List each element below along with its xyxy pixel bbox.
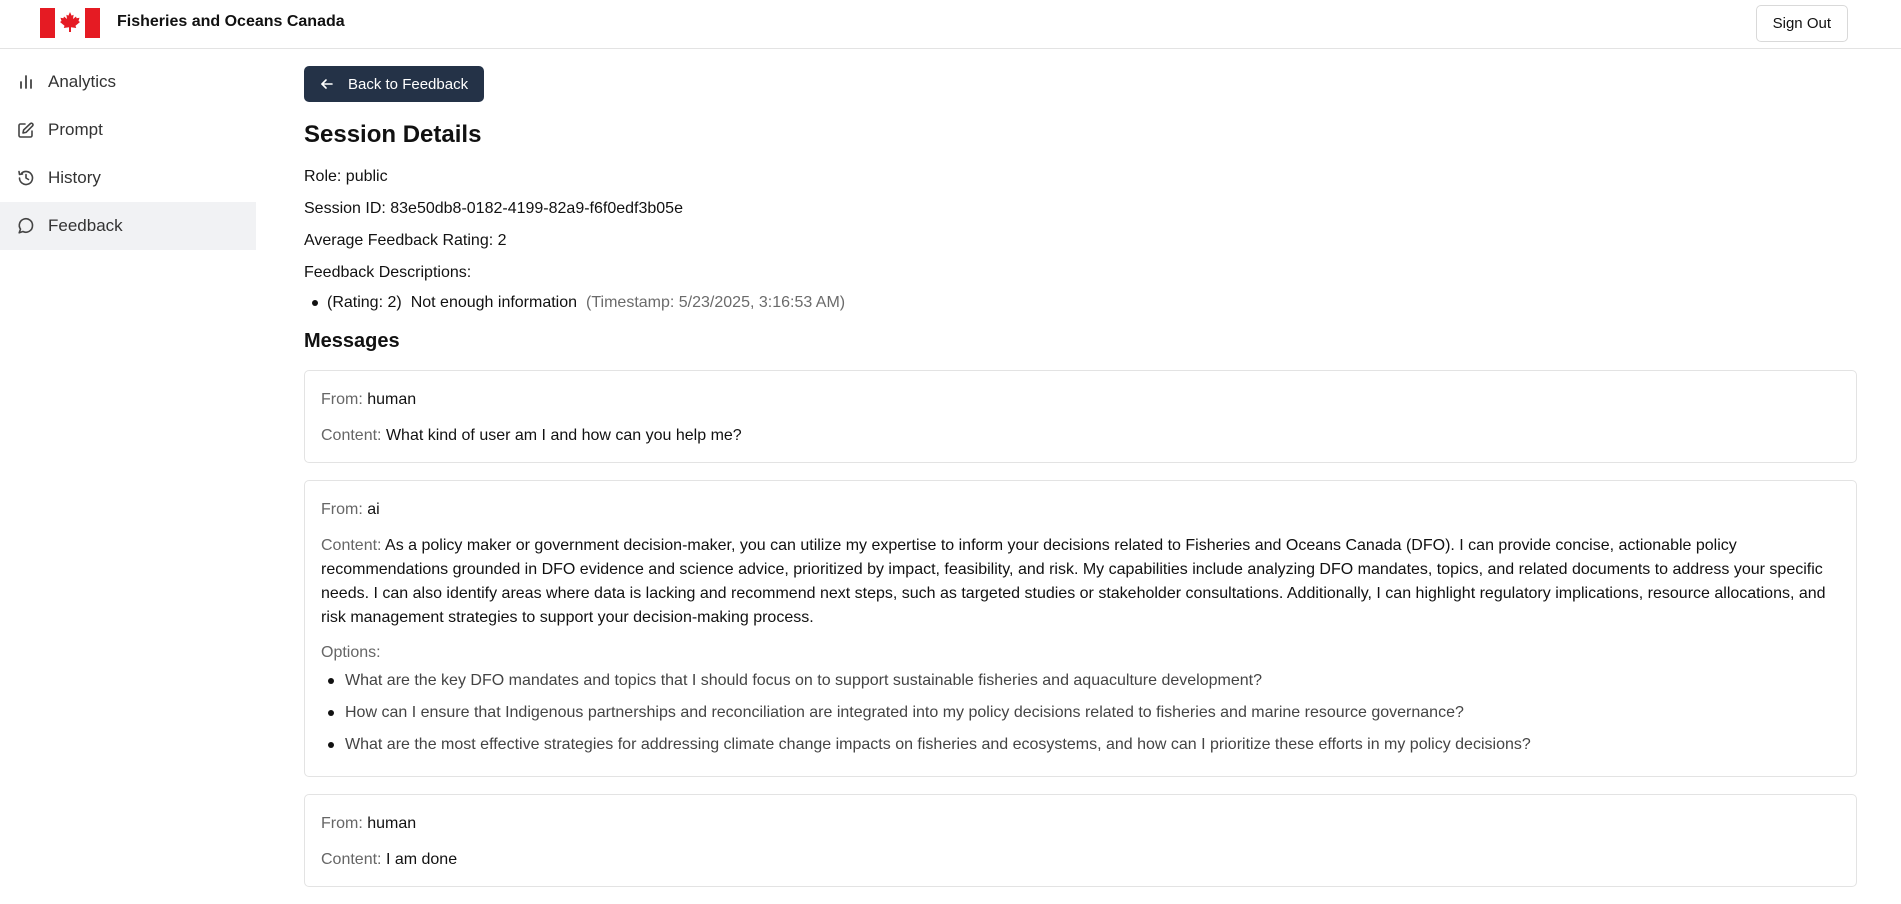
content-label: Content:: [321, 537, 382, 554]
arrow-left-icon: [320, 77, 334, 91]
content-line: risk management strategies to support yo…: [321, 609, 814, 626]
content-line: needs. I can also identify areas where d…: [321, 585, 1826, 602]
sidebar-item-feedback[interactable]: Feedback: [0, 202, 256, 250]
page-title: Session Details: [304, 121, 482, 148]
from-label: From:: [321, 815, 363, 832]
message-from: From: ai: [321, 498, 1840, 522]
content-label: Content:: [321, 427, 382, 444]
from-value: human: [367, 815, 417, 832]
content-line: Content: As a policy maker or government…: [321, 534, 1840, 558]
content-label: Content:: [321, 851, 382, 868]
session-id: Session ID: 83e50db8-0182-4199-82a9-f6f0…: [304, 200, 683, 217]
bullet: [328, 678, 334, 684]
sign-out-button[interactable]: Sign Out: [1755, 5, 1848, 42]
option-item[interactable]: What are the key DFO mandates and topics…: [321, 669, 1840, 693]
from-label: From:: [321, 501, 363, 518]
from-value: human: [367, 391, 417, 408]
bullet: [328, 742, 334, 748]
message-content: Content: As a policy maker or government…: [321, 534, 1840, 630]
bullet: [328, 710, 334, 716]
bullet: [312, 300, 318, 306]
back-button-label: Back to Feedback: [348, 75, 469, 93]
session-role: Role: public: [304, 168, 388, 185]
options-label: Options:: [321, 644, 381, 661]
edit-icon: [16, 120, 36, 140]
from-label: From:: [321, 391, 363, 408]
feedback-list: (Rating: 2) Not enough information (Time…: [304, 294, 845, 312]
feedback-descriptions-heading: Feedback Descriptions:: [304, 264, 472, 281]
average-rating: Average Feedback Rating: 2: [304, 232, 507, 249]
history-icon: [16, 168, 36, 188]
sidebar-item-analytics[interactable]: Analytics: [0, 58, 256, 106]
option-text: What are the most effective strategies f…: [345, 736, 1531, 753]
feedback-text: Not enough information: [410, 294, 578, 311]
content-value: What kind of user am I and how can you h…: [385, 427, 742, 444]
feedback-timestamp: (Timestamp: 5/23/2025, 3:16:53 AM): [586, 294, 846, 311]
sidebar-item-label: Feedback: [48, 216, 123, 235]
message-content: Content: I am done: [321, 848, 1840, 872]
message-card: From: human Content: I am done: [304, 794, 1857, 887]
sidebar-item-label: Analytics: [48, 72, 117, 91]
message-content: Content: What kind of user am I and how …: [321, 424, 1840, 448]
from-value: ai: [367, 501, 380, 518]
options-list: What are the key DFO mandates and topics…: [321, 669, 1840, 757]
option-item[interactable]: What are the most effective strategies f…: [321, 733, 1840, 757]
messages-heading: Messages: [304, 330, 400, 352]
option-text: How can I ensure that Indigenous partner…: [345, 704, 1464, 721]
sidebar-item-label: Prompt: [48, 120, 103, 139]
message-circle-icon: [16, 216, 36, 236]
message-card: From: ai Content: As a policy maker or g…: [304, 480, 1857, 777]
content-value: As a policy maker or government decision…: [385, 537, 1737, 554]
message-from: From: human: [321, 812, 1840, 836]
maple-leaf-icon: [60, 12, 80, 32]
sidebar-item-history[interactable]: History: [0, 154, 256, 202]
feedback-rating: (Rating: 2): [327, 294, 402, 311]
back-to-feedback-button[interactable]: Back to Feedback: [304, 66, 485, 102]
top-bar: Fisheries and Oceans Canada Sign Out: [0, 0, 1901, 49]
content-value: I am done: [385, 851, 458, 868]
canada-flag-logo: [40, 8, 100, 38]
bar-chart-icon: [16, 72, 36, 92]
brand-title: Fisheries and Oceans Canada: [117, 13, 345, 30]
message-from: From: human: [321, 388, 1840, 412]
feedback-item: (Rating: 2) Not enough information (Time…: [304, 294, 845, 312]
content-line: recommendations grounded in DFO evidence…: [321, 561, 1823, 578]
sidebar-item-prompt[interactable]: Prompt: [0, 106, 256, 154]
sidebar-item-label: History: [48, 168, 101, 187]
message-card: From: human Content: What kind of user a…: [304, 370, 1857, 463]
option-item[interactable]: How can I ensure that Indigenous partner…: [321, 701, 1840, 725]
sidebar: Analytics Prompt History Feedback: [0, 49, 256, 904]
option-text: What are the key DFO mandates and topics…: [345, 672, 1262, 689]
